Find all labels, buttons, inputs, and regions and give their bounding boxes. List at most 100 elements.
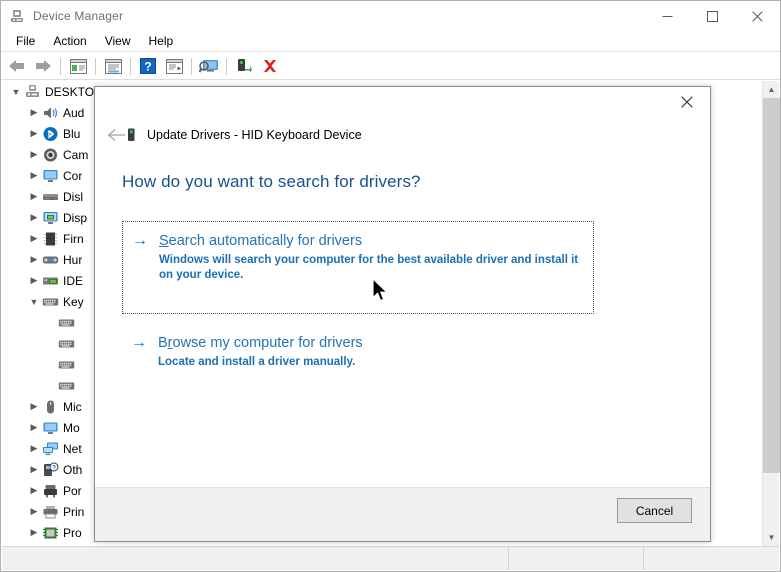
title-bar: Device Manager bbox=[1, 1, 780, 31]
dialog-close-button[interactable] bbox=[664, 87, 710, 117]
chevron-right-icon[interactable]: ▶ bbox=[26, 252, 42, 268]
chevron-right-icon[interactable]: ▶ bbox=[26, 483, 42, 499]
update-driver-icon[interactable] bbox=[161, 54, 187, 78]
tree-item-label: Oth bbox=[63, 462, 83, 477]
tree-item-label: Blu bbox=[63, 126, 81, 141]
tree-item-label: Por bbox=[63, 483, 82, 498]
tree-item-label: Firn bbox=[63, 231, 84, 246]
menu-help[interactable]: Help bbox=[140, 32, 183, 51]
tree-item-label: Cor bbox=[63, 168, 83, 183]
keyboard-device-icon bbox=[58, 357, 75, 373]
scroll-down-arrow-icon[interactable]: ▼ bbox=[763, 529, 780, 546]
monitor-icon bbox=[42, 420, 59, 436]
keyboard-device-icon bbox=[58, 315, 75, 331]
chevron-right-icon[interactable]: ▶ bbox=[26, 189, 42, 205]
minimize-button[interactable] bbox=[645, 1, 690, 31]
status-bar-message bbox=[2, 547, 509, 570]
tree-item-label: Pro bbox=[63, 525, 82, 540]
option-browse-computer-description: Locate and install a driver manually. bbox=[158, 356, 356, 368]
option-search-automatically[interactable]: → Search automatically for drivers Windo… bbox=[122, 221, 594, 314]
display-adapter-icon bbox=[42, 210, 59, 226]
scrollbar-thumb[interactable] bbox=[763, 98, 780, 473]
scan-for-hardware-changes-icon[interactable] bbox=[196, 54, 222, 78]
status-bar-section-2 bbox=[509, 547, 644, 570]
device-manager-window: Device Manager File Action View Help ? ▼… bbox=[0, 0, 781, 572]
computer-monitor-icon bbox=[42, 168, 59, 184]
keyboard-icon bbox=[42, 294, 59, 310]
tree-item-label: Key bbox=[63, 294, 84, 309]
chevron-right-icon[interactable]: ▶ bbox=[26, 273, 42, 289]
tree-item-label: Net bbox=[63, 441, 82, 456]
show-hide-console-tree-icon[interactable] bbox=[65, 54, 91, 78]
disk-drive-icon bbox=[42, 189, 59, 205]
update-drivers-dialog: Update Drivers - HID Keyboard Device How… bbox=[94, 86, 711, 542]
option-browse-computer-title[interactable]: Browse my computer for drivers bbox=[158, 334, 585, 352]
option-search-automatically-title[interactable]: Search automatically for drivers bbox=[159, 232, 584, 250]
chevron-right-icon[interactable]: ▶ bbox=[26, 399, 42, 415]
scroll-up-arrow-icon[interactable]: ▲ bbox=[763, 81, 780, 98]
audio-icon bbox=[42, 105, 59, 121]
option-title-prefix: B bbox=[158, 335, 168, 351]
menu-view[interactable]: View bbox=[96, 32, 140, 51]
uninstall-device-icon[interactable] bbox=[257, 54, 283, 78]
toolbar-separator bbox=[95, 57, 96, 75]
tree-item-label: Hur bbox=[63, 252, 83, 267]
chevron-right-icon[interactable]: ▶ bbox=[26, 441, 42, 457]
help-icon[interactable]: ? bbox=[135, 54, 161, 78]
bluetooth-icon bbox=[42, 126, 59, 142]
mouse-cursor bbox=[372, 278, 390, 304]
device-manager-icon bbox=[9, 8, 25, 24]
arrow-right-icon: → bbox=[132, 232, 148, 249]
chevron-right-icon[interactable]: ▶ bbox=[26, 420, 42, 436]
toolbar-separator bbox=[60, 57, 61, 75]
back-arrow-icon[interactable] bbox=[4, 54, 30, 78]
window-controls bbox=[645, 1, 780, 31]
dialog-title: Update Drivers - HID Keyboard Device bbox=[147, 128, 362, 142]
chevron-down-icon[interactable]: ▼ bbox=[8, 84, 24, 100]
tree-item-label: IDE bbox=[63, 273, 84, 288]
chevron-right-icon[interactable]: ▶ bbox=[26, 525, 42, 541]
processor-icon bbox=[42, 525, 59, 541]
toolbar-separator bbox=[226, 57, 227, 75]
chevron-right-icon[interactable]: ▶ bbox=[26, 168, 42, 184]
chevron-right-icon[interactable]: ▶ bbox=[26, 231, 42, 247]
forward-arrow-icon[interactable] bbox=[30, 54, 56, 78]
chevron-right-icon[interactable]: ▶ bbox=[26, 105, 42, 121]
human-interface-device-icon bbox=[42, 252, 59, 268]
chevron-right-icon[interactable]: ▶ bbox=[26, 126, 42, 142]
tree-vertical-scrollbar[interactable]: ▲ ▼ bbox=[762, 81, 780, 546]
close-button[interactable] bbox=[735, 1, 780, 31]
menu-bar: File Action View Help bbox=[1, 31, 780, 52]
chevron-right-icon[interactable]: ▶ bbox=[26, 504, 42, 520]
chevron-right-icon[interactable]: ▶ bbox=[26, 147, 42, 163]
tree-item-label: Aud bbox=[63, 105, 85, 120]
menu-action[interactable]: Action bbox=[44, 32, 95, 51]
chevron-down-icon[interactable]: ▼ bbox=[26, 294, 42, 310]
chevron-right-icon[interactable]: ▶ bbox=[26, 210, 42, 226]
dialog-footer: Cancel bbox=[95, 487, 710, 541]
cancel-button[interactable]: Cancel bbox=[617, 498, 692, 523]
option-browse-computer[interactable]: → Browse my computer for drivers Locate … bbox=[122, 334, 594, 370]
enable-device-icon[interactable] bbox=[231, 54, 257, 78]
tree-item-label: Mo bbox=[63, 420, 80, 435]
chevron-right-icon[interactable]: ▶ bbox=[26, 462, 42, 478]
option-title-rest: owse my computer for drivers bbox=[172, 335, 363, 351]
status-bar bbox=[2, 546, 779, 570]
properties-icon[interactable] bbox=[100, 54, 126, 78]
tree-item-label: Cam bbox=[63, 147, 89, 162]
arrow-right-icon: → bbox=[131, 334, 147, 351]
tree-item-label: Prin bbox=[63, 504, 85, 519]
network-adapter-icon bbox=[42, 441, 59, 457]
menu-file[interactable]: File bbox=[7, 32, 44, 51]
tree-item-label: Disl bbox=[63, 189, 83, 204]
tree-item-label: DESKTO bbox=[45, 84, 95, 99]
option-title-rest: earch automatically for drivers bbox=[168, 233, 363, 249]
tree-item-label: Disp bbox=[63, 210, 88, 225]
maximize-button[interactable] bbox=[690, 1, 735, 31]
svg-text:?: ? bbox=[144, 60, 151, 74]
camera-icon bbox=[42, 147, 59, 163]
toolbar-separator bbox=[130, 57, 131, 75]
accesskey-letter: S bbox=[159, 233, 169, 249]
toolbar: ? bbox=[1, 53, 780, 80]
dialog-header: Update Drivers - HID Keyboard Device bbox=[123, 124, 362, 146]
